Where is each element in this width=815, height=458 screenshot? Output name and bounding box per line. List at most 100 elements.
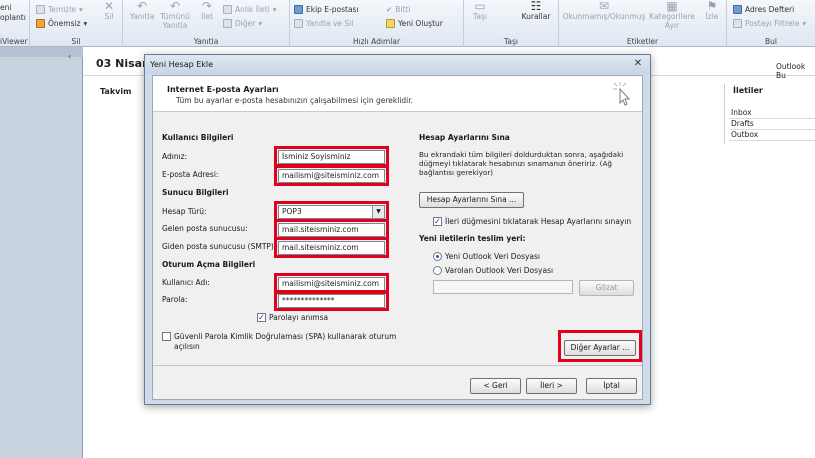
move-group-label: Taşı bbox=[504, 37, 518, 46]
browse-button[interactable]: Gözat bbox=[579, 280, 634, 296]
cancel-button[interactable]: İptal bbox=[586, 378, 637, 394]
new-item-button[interactable]: eni bbox=[0, 3, 11, 12]
spa-checkbox[interactable] bbox=[162, 332, 171, 341]
filter-email-button[interactable]: Postayı Filtrele ▾ bbox=[733, 19, 806, 28]
folder-item-outbox[interactable]: Outbox bbox=[729, 129, 815, 141]
ribbon-group-tags: ✉ Okunmamış/Okunmuş ▦ Kategorilere Ayır ⚑ İ… bbox=[559, 0, 727, 47]
follow-up-button[interactable]: ⚑ İzle bbox=[701, 0, 723, 21]
auto-test-label: İleri düğmesini tıklatarak Hesap Ayarlar… bbox=[445, 217, 632, 226]
forward-button[interactable]: ↷ İlet bbox=[195, 0, 219, 21]
header-subtitle: Tüm bu ayarlar e-posta hesabınızın çalış… bbox=[176, 96, 414, 105]
test-settings-title: Hesap Ayarlarını Sına bbox=[419, 133, 510, 142]
envelope-icon: ✉ bbox=[598, 0, 610, 13]
ribbon-group-find: Adres Defteri Postayı Filtrele ▾ Bul bbox=[727, 0, 815, 47]
new-data-file-radio[interactable] bbox=[433, 252, 442, 261]
delete-button[interactable]: ✕ Sil bbox=[98, 0, 120, 21]
dialog-header: Internet E-posta Ayarları Tüm bu ayarlar… bbox=[153, 76, 642, 112]
test-desc-line1: Bu ekrandaki tüm bilgileri doldurduktan … bbox=[419, 150, 624, 159]
incoming-server-label: Gelen posta sunucusu: bbox=[162, 224, 248, 233]
find-group-label: Bul bbox=[765, 37, 777, 46]
rules-button[interactable]: ☷ Kurallar bbox=[519, 0, 553, 21]
ribbon-group-delete: Temizle ▾ Önemsiz ▾ ✕ Sil Sil bbox=[30, 0, 123, 47]
tags-group-label: Etiketler bbox=[626, 37, 659, 46]
outgoing-server-label: Giden posta sunucusu (SMTP): bbox=[162, 242, 277, 251]
close-icon[interactable]: ✕ bbox=[630, 58, 646, 71]
im-icon bbox=[223, 5, 232, 14]
ribbon-group-new: eni oplantı iViewer bbox=[0, 0, 30, 47]
folder-pane: İletiler Inbox Drafts Outbox bbox=[724, 84, 815, 144]
ribbon-group-move: ▭ Taşı ☷ Kurallar Taşı bbox=[464, 0, 559, 47]
chevron-down-icon: ▾ bbox=[258, 19, 263, 28]
reply-icon: ↶ bbox=[136, 0, 148, 13]
test-desc-line3: bağlantısı gerekiyor) bbox=[419, 168, 494, 177]
reply-button[interactable]: ↶ Yanıtla bbox=[127, 0, 157, 21]
reply-all-button[interactable]: ↶ Tümünü Yanıtla bbox=[159, 0, 191, 30]
test-desc-line2: düğmeyi tıklatarak hesabınızı sınamanızı… bbox=[419, 159, 612, 168]
dialog-body: Internet E-posta Ayarları Tüm bu ayarlar… bbox=[152, 75, 643, 400]
forward-icon: ↷ bbox=[201, 0, 213, 13]
collapse-chevron-icon[interactable]: ‹ bbox=[68, 52, 71, 61]
email-label: E-posta Adresi: bbox=[162, 170, 219, 179]
chevron-down-icon: ▾ bbox=[272, 5, 277, 14]
footer-separator bbox=[153, 365, 642, 366]
account-type-label: Hesap Türü: bbox=[162, 207, 207, 216]
next-button[interactable]: İleri > bbox=[526, 378, 577, 394]
flag-icon: ⚑ bbox=[706, 0, 718, 13]
date-title: 03 Nisan bbox=[96, 57, 150, 70]
existing-data-file-radio[interactable] bbox=[433, 266, 442, 275]
spa-label-line2: açılısın bbox=[174, 342, 200, 351]
name-highlight-frame bbox=[274, 146, 389, 167]
header-title: Internet E-posta Ayarları bbox=[167, 85, 279, 94]
categorize-button[interactable]: ▦ Kategorilere Ayır bbox=[647, 0, 697, 30]
junk-icon bbox=[36, 19, 45, 28]
username-label: Kullanıcı Adı: bbox=[162, 278, 210, 287]
address-book-button[interactable]: Adres Defteri bbox=[733, 5, 794, 14]
back-button[interactable]: < Geri bbox=[470, 378, 521, 394]
reply-all-icon: ↶ bbox=[169, 0, 181, 13]
user-info-title: Kullanıcı Bilgileri bbox=[162, 133, 234, 142]
respond-group-label: Yanıtla bbox=[193, 37, 219, 46]
clean-up-button[interactable]: Temizle ▾ bbox=[36, 5, 83, 14]
app-name-label: Outlook Bu bbox=[776, 62, 806, 80]
delete-x-icon: ✕ bbox=[103, 0, 115, 13]
spa-label-line1: Güvenli Parola Kimlik Doğrulaması (SPA) … bbox=[174, 332, 397, 341]
more-settings-highlight-frame bbox=[558, 330, 642, 362]
team-email-button[interactable]: Ekip E-postası bbox=[294, 5, 359, 14]
filter-icon bbox=[733, 19, 742, 28]
add-account-dialog: Yeni Hesap Ekle ✕ Internet E-posta Ayarl… bbox=[144, 54, 651, 405]
viewer-group-label: iViewer bbox=[0, 37, 28, 46]
create-new-button[interactable]: Yeni Oluştur bbox=[386, 19, 443, 28]
cursor-click-icon bbox=[613, 82, 631, 106]
dialog-titlebar[interactable]: Yeni Hesap Ekle ✕ bbox=[145, 55, 650, 74]
auto-test-checkbox[interactable]: ✓ bbox=[433, 217, 442, 226]
reply-delete-button[interactable]: Yanıtla ve Sil bbox=[294, 19, 353, 28]
reply-delete-icon bbox=[294, 19, 303, 28]
folder-pane-title: İletiler bbox=[733, 86, 763, 95]
address-book-icon bbox=[733, 5, 742, 14]
name-label: Adınız: bbox=[162, 152, 188, 161]
more-respond-button[interactable]: Diğer ▾ bbox=[223, 19, 262, 28]
test-account-settings-button[interactable]: Hesap Ayarlarını Sına ... bbox=[419, 192, 524, 208]
navigation-pane bbox=[0, 47, 83, 458]
move-button[interactable]: ▭ Taşı bbox=[468, 0, 492, 21]
chevron-down-icon: ▾ bbox=[83, 19, 88, 28]
dialog-title: Yeni Hesap Ekle bbox=[150, 60, 214, 69]
done-button[interactable]: ✔ Bitti bbox=[386, 5, 411, 14]
logon-info-title: Oturum Açma Bilgileri bbox=[162, 260, 256, 269]
existing-data-file-label: Varolan Outlook Veri Dosyası bbox=[445, 266, 554, 275]
email-highlight-frame bbox=[274, 165, 389, 186]
clean-up-icon bbox=[36, 5, 45, 14]
remember-password-checkbox[interactable]: ✓ bbox=[257, 313, 266, 322]
rules-icon: ☷ bbox=[530, 0, 542, 13]
calendar-label: Takvim bbox=[100, 87, 132, 96]
im-button[interactable]: Anlık İleti ▾ bbox=[223, 5, 276, 14]
unread-read-button[interactable]: ✉ Okunmamış/Okunmuş bbox=[561, 0, 647, 21]
existing-data-file-path[interactable] bbox=[433, 280, 573, 294]
new-data-file-label: Yeni Outlook Veri Dosyası bbox=[445, 252, 541, 261]
delivery-title: Yeni iletilerin teslim yeri: bbox=[419, 234, 526, 243]
more-icon bbox=[223, 19, 232, 28]
server-info-title: Sunucu Bilgileri bbox=[162, 188, 229, 197]
move-folder-icon: ▭ bbox=[474, 0, 486, 13]
junk-button[interactable]: Önemsiz ▾ bbox=[36, 19, 87, 28]
new-meeting-button[interactable]: oplantı bbox=[0, 13, 26, 22]
